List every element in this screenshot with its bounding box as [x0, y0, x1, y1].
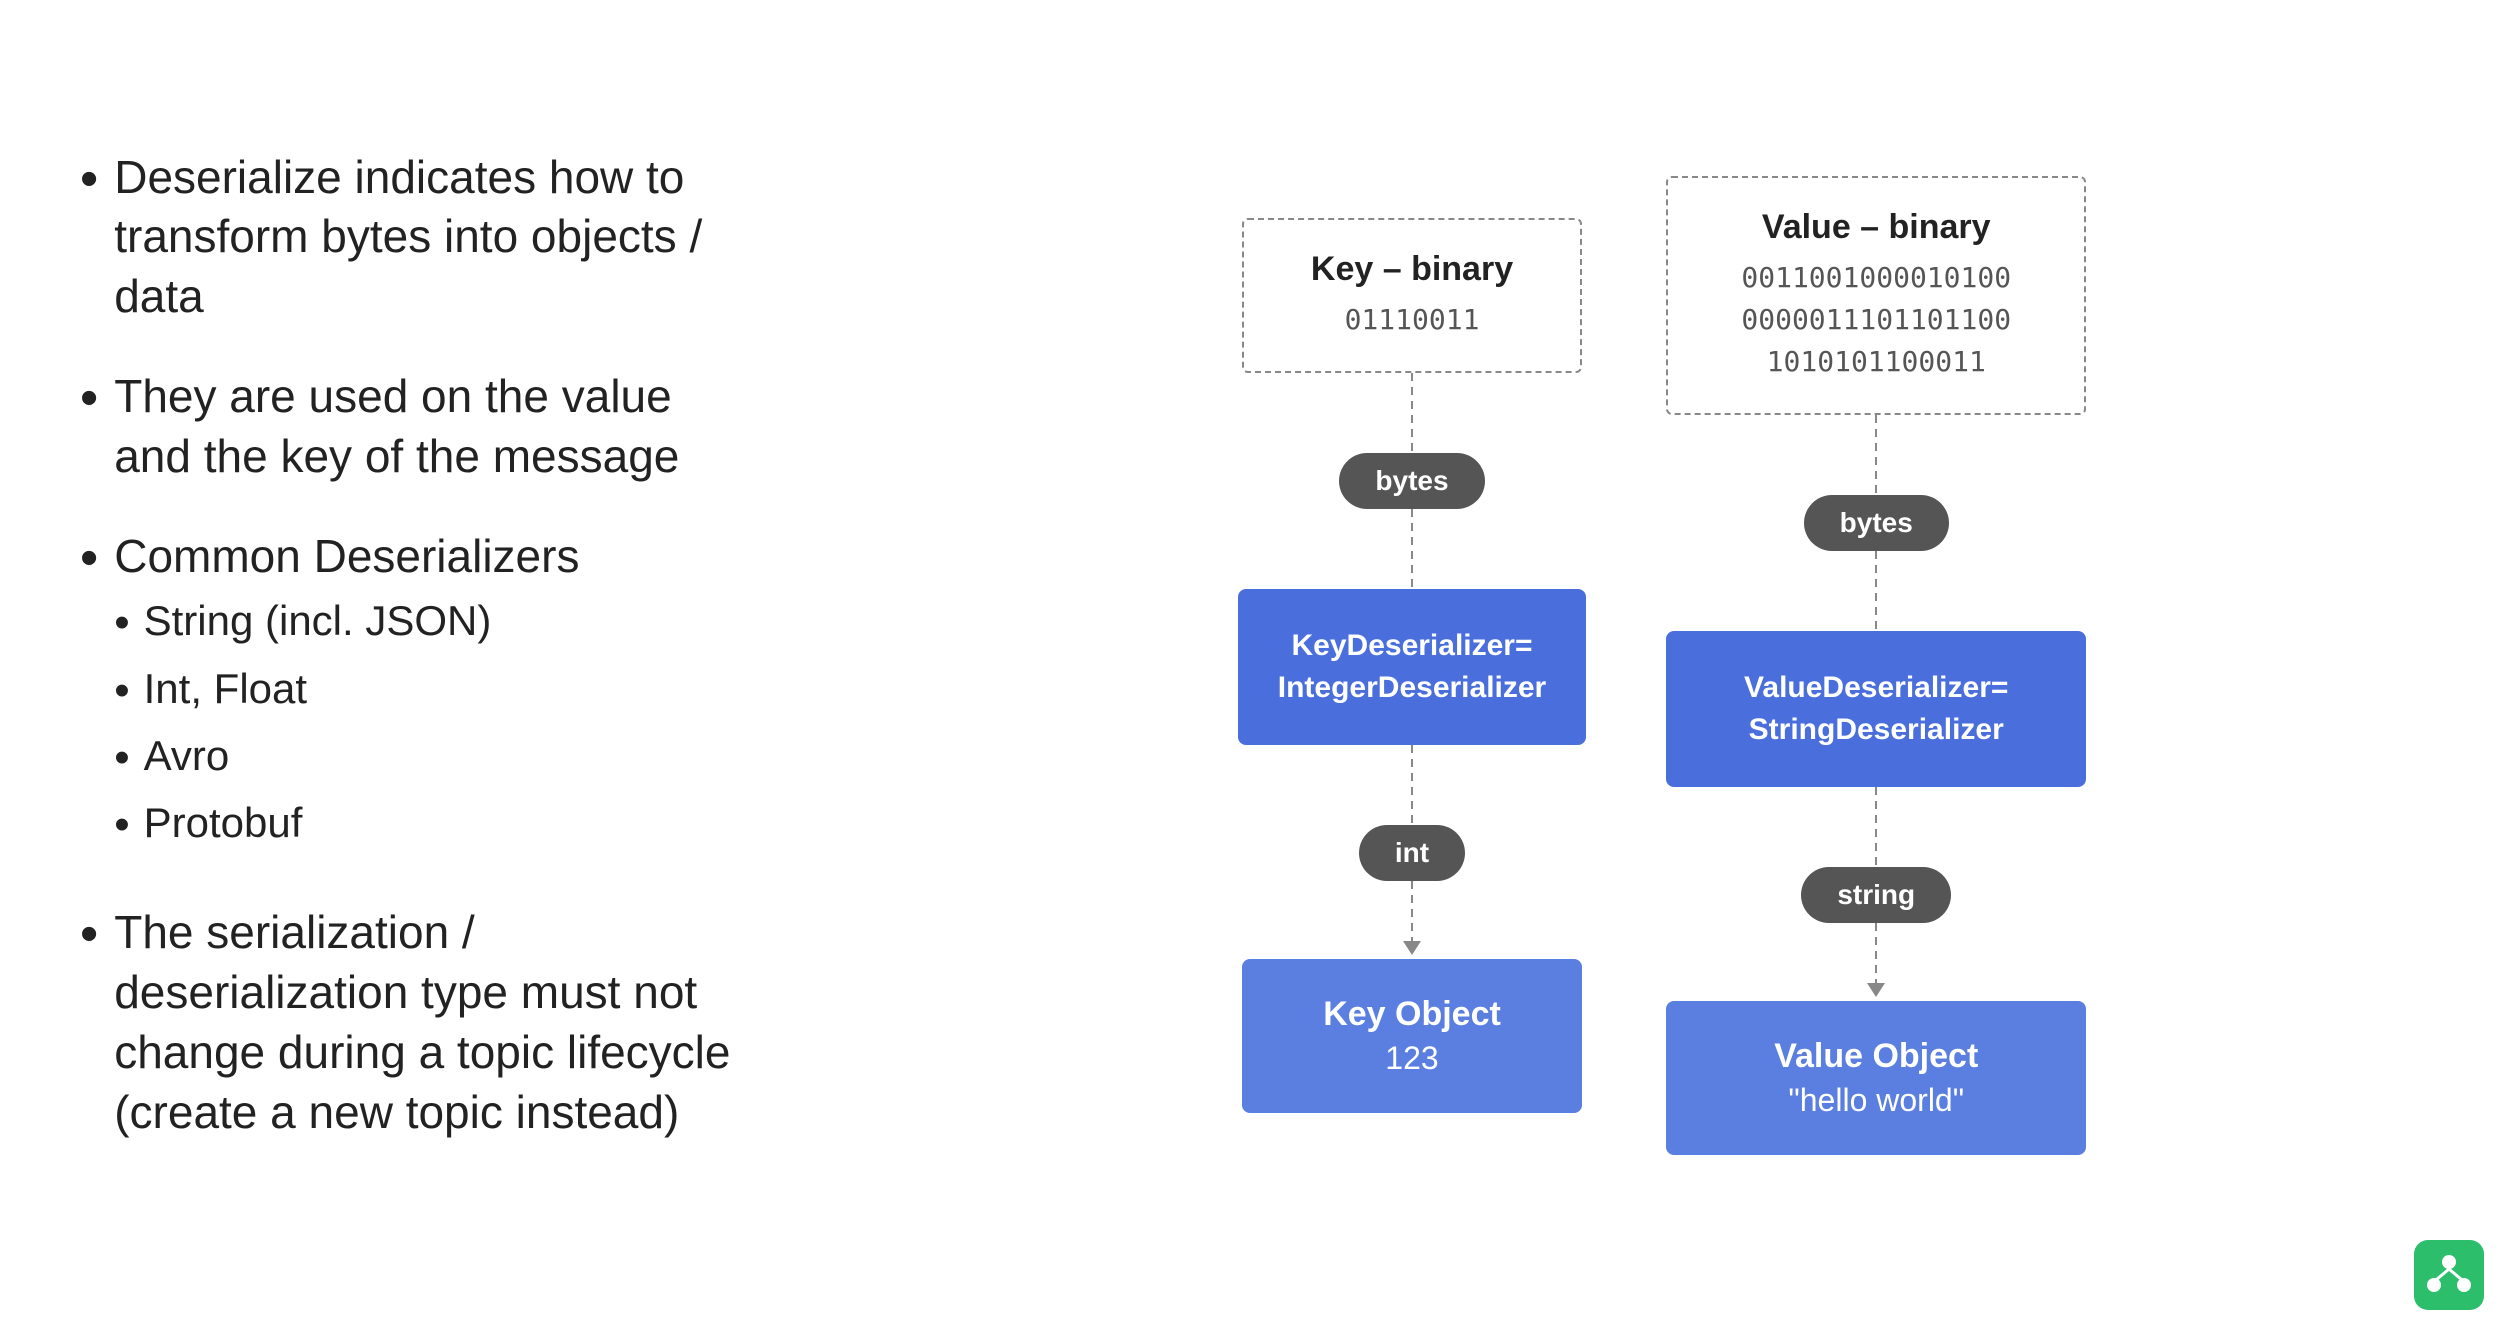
- key-box-title: Key – binary: [1284, 250, 1540, 289]
- bullet-text-1: Deserialize indicates how to transform b…: [114, 148, 760, 327]
- bullet-text-3: Common Deserializers: [114, 530, 579, 582]
- key-line-2: [1411, 509, 1413, 589]
- key-object-box: Key Object 123: [1242, 959, 1582, 1113]
- key-pill-int: int: [1359, 825, 1465, 881]
- bullet-list: Deserialize indicates how to transform b…: [80, 148, 760, 1183]
- value-obj-title: Value Object: [1706, 1037, 2046, 1076]
- value-pill-string: string: [1801, 867, 1951, 923]
- value-box-binary: 0011001000010100 0000011101101100 101010…: [1708, 257, 2044, 383]
- value-line-2: [1875, 551, 1877, 631]
- key-line-4: [1411, 881, 1413, 941]
- bullet-text-2: They are used on the value and the key o…: [114, 367, 760, 487]
- kafka-logo-icon: [2424, 1250, 2474, 1300]
- value-line-4: [1875, 923, 1877, 983]
- value-binary-box: Value – binary 0011001000010100 00000111…: [1666, 176, 2086, 415]
- sub-bullet-2: Int, Float: [114, 662, 579, 719]
- key-line-3: [1411, 745, 1413, 825]
- bullet-item-2: They are used on the value and the key o…: [80, 367, 760, 487]
- value-object-box: Value Object "hello world": [1666, 1001, 2086, 1155]
- value-line-3: [1875, 787, 1877, 867]
- bullet-item-4: The serialization / deserialization type…: [80, 903, 760, 1142]
- value-obj-sub: "hello world": [1706, 1082, 2046, 1119]
- key-obj-title: Key Object: [1282, 995, 1542, 1034]
- key-line-1: [1411, 373, 1413, 453]
- value-arrow: [1867, 983, 1885, 997]
- bullet-item-3: Common Deserializers String (incl. JSON)…: [80, 527, 760, 864]
- key-obj-sub: 123: [1282, 1040, 1542, 1077]
- app-icon: [2414, 1240, 2484, 1310]
- right-panel: Key – binary 01110011 bytes KeyDeseriali…: [820, 0, 2504, 1330]
- bullet-text-4: The serialization / deserialization type…: [114, 903, 760, 1142]
- key-deserializer-box: KeyDeserializer= IntegerDeserializer: [1238, 589, 1586, 745]
- left-panel: Deserialize indicates how to transform b…: [0, 0, 820, 1330]
- value-diagram-column: Value – binary 0011001000010100 00000111…: [1666, 176, 2086, 1155]
- value-line-1: [1875, 415, 1877, 495]
- value-deserializer-box: ValueDeserializer= StringDeserializer: [1666, 631, 2086, 787]
- key-pill-bytes: bytes: [1339, 453, 1484, 509]
- sub-bullet-4: Protobuf: [114, 796, 579, 853]
- bullet-item-1: Deserialize indicates how to transform b…: [80, 148, 760, 327]
- value-box-title: Value – binary: [1708, 208, 2044, 247]
- key-box-binary: 01110011: [1284, 299, 1540, 341]
- sub-bullet-3: Avro: [114, 729, 579, 786]
- value-pill-bytes: bytes: [1804, 495, 1949, 551]
- key-arrow: [1403, 941, 1421, 955]
- sub-bullet-1: String (incl. JSON): [114, 594, 579, 651]
- key-binary-box: Key – binary 01110011: [1242, 218, 1582, 373]
- key-diagram-column: Key – binary 01110011 bytes KeyDeseriali…: [1238, 218, 1586, 1113]
- sub-bullet-list: String (incl. JSON) Int, Float Avro Prot…: [114, 594, 579, 853]
